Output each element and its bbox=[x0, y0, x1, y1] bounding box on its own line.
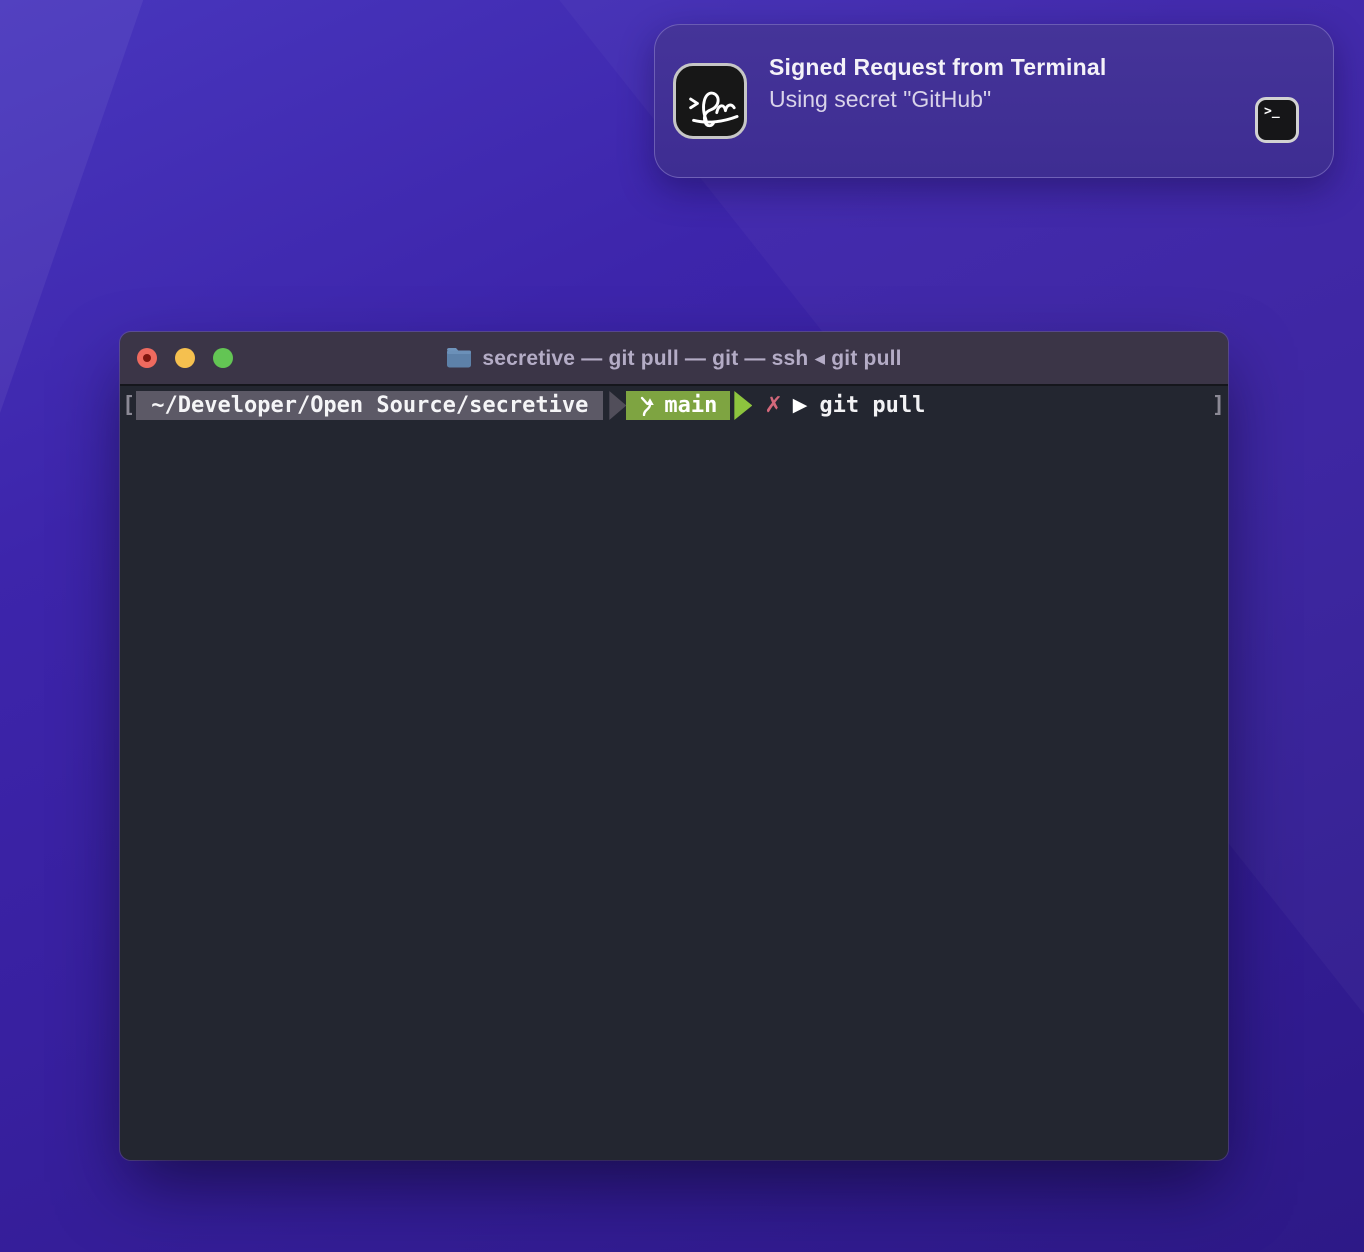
git-branch-icon bbox=[639, 395, 655, 416]
prompt-line: [ ~/Developer/Open Source/secretive main… bbox=[120, 391, 1228, 420]
terminal-app-icon: >_ bbox=[1255, 97, 1299, 143]
prompt-branch-segment: main bbox=[626, 391, 730, 420]
close-button[interactable] bbox=[137, 348, 157, 368]
powerline-arrow-icon bbox=[734, 391, 752, 420]
notification-title: Signed Request from Terminal bbox=[769, 51, 1223, 83]
branch-name: main bbox=[664, 391, 717, 420]
typed-command: git pull bbox=[819, 391, 925, 420]
zoom-button[interactable] bbox=[213, 348, 233, 368]
status-error-icon: ✗ bbox=[764, 391, 782, 420]
traffic-lights bbox=[137, 332, 233, 384]
notification-subtitle: Using secret "GitHub" bbox=[769, 83, 1223, 115]
minimize-button[interactable] bbox=[175, 348, 195, 368]
signature-icon bbox=[681, 72, 739, 130]
prompt-caret-icon: ▶ bbox=[793, 391, 808, 420]
terminal-icon-glyph: >_ bbox=[1264, 104, 1280, 119]
prompt-left-bracket: [ bbox=[122, 391, 135, 420]
secretive-app-icon bbox=[673, 63, 747, 139]
terminal-titlebar[interactable]: secretive — git pull — git — ssh ◂ git p… bbox=[120, 332, 1228, 386]
terminal-window: secretive — git pull — git — ssh ◂ git p… bbox=[120, 332, 1228, 1160]
window-title: secretive — git pull — git — ssh ◂ git p… bbox=[482, 346, 901, 371]
folder-icon bbox=[446, 347, 472, 369]
unsaved-dot bbox=[143, 354, 151, 362]
titlebar-center: secretive — git pull — git — ssh ◂ git p… bbox=[446, 346, 901, 371]
prompt-path-segment: ~/Developer/Open Source/secretive bbox=[136, 391, 603, 420]
powerline-separator-icon bbox=[609, 391, 626, 420]
notification-banner[interactable]: Signed Request from Terminal Using secre… bbox=[654, 24, 1334, 178]
terminal-body[interactable]: [ ~/Developer/Open Source/secretive main… bbox=[120, 386, 1228, 1160]
prompt-right-bracket: ] bbox=[1212, 391, 1225, 420]
notification-text: Signed Request from Terminal Using secre… bbox=[769, 51, 1223, 115]
prompt-spacer bbox=[925, 391, 1211, 420]
